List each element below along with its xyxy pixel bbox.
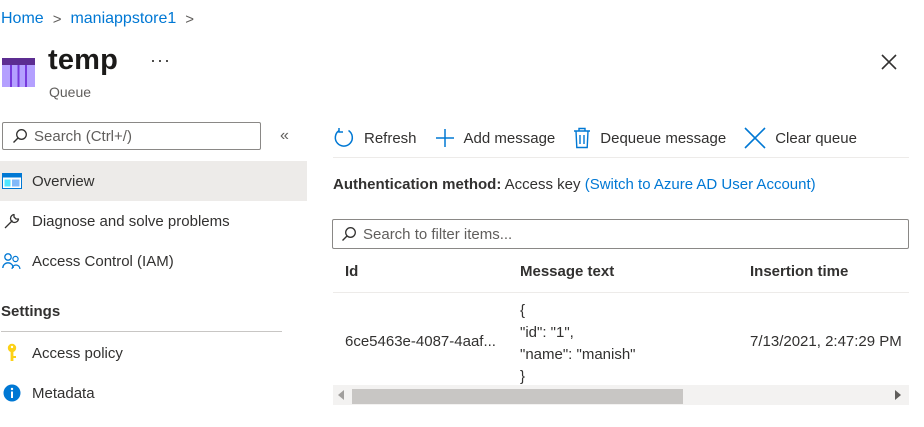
- clear-queue-button[interactable]: Clear queue: [744, 127, 857, 149]
- table-cell-message-text[interactable]: { "id": "1", "name": "manish" }: [520, 300, 636, 388]
- page-title: temp: [48, 44, 119, 76]
- breadcrumb: Home > maniappstore1 >: [1, 10, 203, 28]
- trash-icon: [574, 127, 591, 149]
- sidebar-item-label: Access policy: [32, 344, 123, 362]
- info-icon: [1, 383, 23, 403]
- refresh-button[interactable]: Refresh: [333, 127, 417, 149]
- breadcrumb-home-link[interactable]: Home: [1, 10, 44, 28]
- more-options-button[interactable]: ···: [150, 50, 171, 71]
- toolbar-divider: [333, 157, 909, 158]
- sidebar-item-label: Metadata: [32, 384, 95, 402]
- add-message-label: Add message: [463, 129, 556, 147]
- collapse-sidebar-button[interactable]: «: [280, 127, 289, 145]
- sidebar-item-metadata[interactable]: Metadata: [0, 373, 307, 413]
- settings-section-title: Settings: [1, 303, 61, 320]
- filter-items-input[interactable]: Search to filter items...: [332, 219, 909, 249]
- sidebar-item-access-policy[interactable]: Access policy: [0, 333, 307, 373]
- scroll-left-icon[interactable]: [338, 390, 344, 400]
- queue-icon: [2, 58, 35, 87]
- dequeue-message-label: Dequeue message: [600, 129, 727, 147]
- filter-placeholder: Search to filter items...: [363, 225, 513, 243]
- close-icon[interactable]: [879, 52, 899, 72]
- refresh-label: Refresh: [364, 129, 417, 147]
- sidebar-search-placeholder: Search (Ctrl+/): [34, 127, 132, 145]
- switch-auth-link[interactable]: (Switch to Azure AD User Account): [585, 176, 816, 193]
- scrollbar-thumb[interactable]: [352, 389, 683, 404]
- sidebar-item-label: Overview: [32, 172, 95, 190]
- clear-queue-label: Clear queue: [775, 129, 857, 147]
- overview-icon: [1, 171, 23, 191]
- sidebar-search-input[interactable]: Search (Ctrl+/): [2, 122, 261, 150]
- column-header-message-text[interactable]: Message text: [520, 263, 614, 280]
- auth-method-label: Authentication method:: [333, 176, 502, 193]
- wrench-icon: [1, 211, 23, 231]
- people-icon: [1, 251, 23, 271]
- breadcrumb-separator: >: [185, 10, 195, 28]
- scroll-right-icon[interactable]: [895, 390, 901, 400]
- table-cell-id[interactable]: 6ce5463e-4087-4aaf...: [345, 333, 496, 350]
- add-message-button[interactable]: Add message: [435, 128, 556, 148]
- clear-icon: [744, 127, 766, 149]
- plus-icon: [435, 129, 454, 147]
- sidebar-item-access-control[interactable]: Access Control (IAM): [0, 241, 307, 281]
- key-icon: [1, 343, 23, 363]
- command-bar: Refresh Add message Dequeue message Clea…: [333, 122, 875, 154]
- section-divider: [1, 331, 282, 332]
- search-icon: [13, 129, 27, 143]
- breadcrumb-separator: >: [52, 10, 62, 28]
- sidebar-item-label: Diagnose and solve problems: [32, 212, 230, 230]
- column-header-id[interactable]: Id: [345, 263, 358, 280]
- table-cell-insertion-time[interactable]: 7/13/2021, 2:47:29 PM: [750, 333, 902, 350]
- auth-method-row: Authentication method: Access key (Switc…: [333, 176, 816, 193]
- sidebar-item-label: Access Control (IAM): [32, 252, 174, 270]
- sidebar-item-diagnose[interactable]: Diagnose and solve problems: [0, 201, 307, 241]
- breadcrumb-storage-link[interactable]: maniappstore1: [70, 10, 176, 28]
- sidebar-item-overview[interactable]: Overview: [0, 161, 307, 201]
- refresh-icon: [334, 128, 353, 147]
- resource-type-label: Queue: [49, 84, 92, 100]
- header-divider: [333, 292, 909, 293]
- column-header-insertion-time[interactable]: Insertion time: [750, 263, 848, 280]
- search-icon: [342, 227, 356, 241]
- auth-method-value: Access key: [504, 176, 581, 193]
- dequeue-message-button[interactable]: Dequeue message: [573, 127, 726, 149]
